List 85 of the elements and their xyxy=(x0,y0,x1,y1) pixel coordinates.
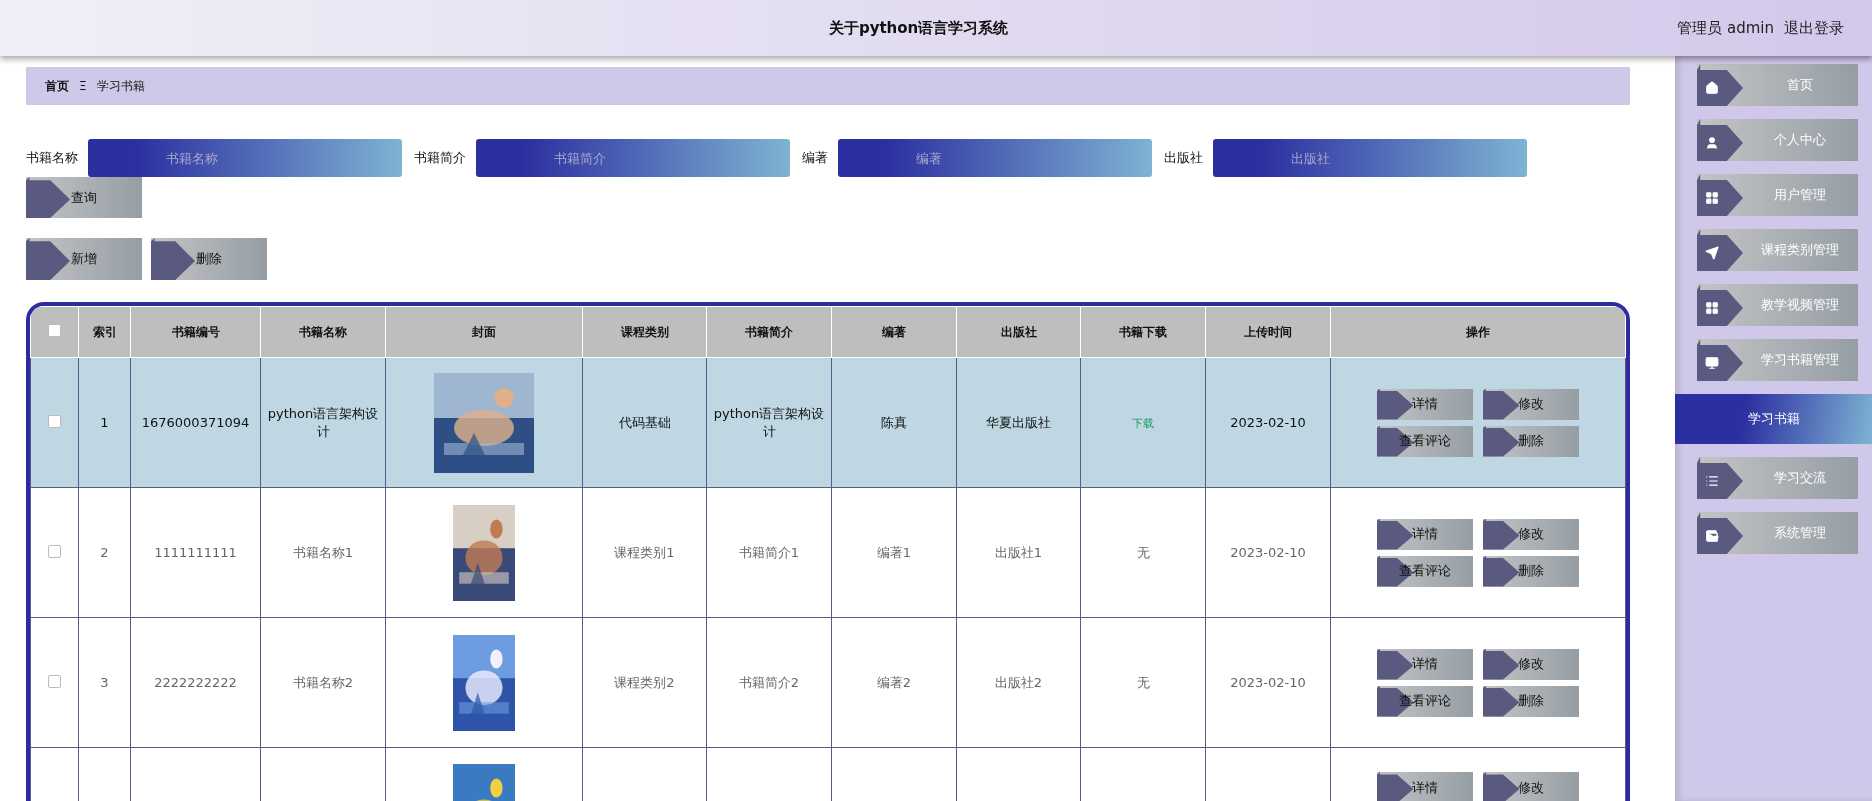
row-checkbox[interactable] xyxy=(48,544,61,558)
delete-button[interactable]: 删除 xyxy=(1483,425,1579,457)
row-checkbox[interactable] xyxy=(48,414,61,428)
search-field[interactable]: 编著 xyxy=(838,139,1152,177)
table-cell: 2 xyxy=(100,545,109,560)
table-cell: 课程类别1 xyxy=(614,544,675,560)
table-row[interactable]: 2 1111111111 书籍名称1 课程类别1 书籍简介1 编著1 出版社1 无 2023-02-10 详情 修改 查看评论 删除 xyxy=(30,487,1626,618)
table-cell: 出版社2 xyxy=(994,674,1043,690)
table-cell: 书籍简介2 xyxy=(738,674,800,690)
table-cell: 无 xyxy=(1136,544,1150,560)
search-field[interactable]: 出版社 xyxy=(1213,139,1527,177)
grid-icon xyxy=(1705,191,1719,205)
table-cell: 编著1 xyxy=(876,544,912,560)
column-header[interactable]: 封面 xyxy=(385,306,583,358)
query-button[interactable]: 查询 xyxy=(26,177,142,218)
edit-button[interactable]: 修改 xyxy=(1483,772,1579,801)
table-cell: 代码基础 xyxy=(618,414,671,430)
search-field[interactable]: 书籍简介 xyxy=(476,139,790,177)
row-checkbox[interactable] xyxy=(48,674,61,688)
table-cell: 1676000371094 xyxy=(141,415,250,430)
sidebar-item[interactable]: 学习书籍 xyxy=(1675,394,1872,444)
send-icon xyxy=(1705,246,1719,260)
app-title: 关于python语言学习系统 xyxy=(827,18,1010,38)
column-header[interactable]: 编著 xyxy=(831,306,957,358)
delete-button[interactable]: 删除 xyxy=(1483,555,1579,587)
wallet-icon xyxy=(1705,529,1719,543)
delete-button[interactable]: 删除 xyxy=(151,238,267,280)
column-header[interactable]: 书籍名称 xyxy=(260,306,386,358)
table-cell: python语言架构设计 xyxy=(713,405,825,439)
table-cell: 3 xyxy=(100,675,109,690)
table-cell: 课程类别2 xyxy=(614,674,675,690)
table-cell: 2023-02-10 xyxy=(1230,545,1306,560)
table-row[interactable]: 1 1676000371094 python语言架构设计 代码基础 python语言架构设计 陈真 华夏出版社 下载 2023-02-10 详情 修改 查看评论 删除 xyxy=(30,357,1626,488)
column-header[interactable]: 操作 xyxy=(1330,306,1626,358)
column-header[interactable]: 上传时间 xyxy=(1205,306,1331,358)
table-cell: 1 xyxy=(100,415,109,430)
column-header[interactable]: 课程类别 xyxy=(582,306,707,358)
add-button[interactable]: 新增 xyxy=(26,238,142,280)
table-row[interactable]: 3 2222222222 书籍名称2 课程类别2 书籍简介2 编著2 出版社2 无 2023-02-10 详情 修改 查看评论 删除 xyxy=(30,617,1626,748)
column-header[interactable]: 书籍编号 xyxy=(130,306,261,358)
user-label: 管理员 admin xyxy=(1677,18,1774,38)
table-cell: 华夏出版社 xyxy=(986,414,1051,430)
table-cell: 书籍简介1 xyxy=(738,544,800,560)
detail-button[interactable]: 详情 xyxy=(1377,772,1473,801)
monitor-icon xyxy=(1705,356,1719,370)
list-icon xyxy=(1705,474,1719,488)
breadcrumb-separator: Ξ xyxy=(79,79,87,93)
edit-button[interactable]: 修改 xyxy=(1483,648,1579,680)
search-field[interactable]: 书籍名称 xyxy=(88,139,402,177)
column-header[interactable]: 书籍下载 xyxy=(1080,306,1206,358)
field-label: 出版社 xyxy=(1164,149,1203,167)
table-cell: 出版社1 xyxy=(994,544,1043,560)
table-cell: 编著2 xyxy=(876,674,912,690)
user-icon xyxy=(1705,136,1719,150)
breadcrumb-current: 学习书籍 xyxy=(96,77,145,95)
table-cell: 2023-02-10 xyxy=(1230,415,1306,430)
field-label: 书籍简介 xyxy=(414,149,466,167)
table-cell: 1111111111 xyxy=(154,545,237,560)
column-header[interactable]: 出版社 xyxy=(956,306,1081,358)
table-cell: 书籍名称1 xyxy=(292,544,354,560)
edit-button[interactable]: 修改 xyxy=(1483,388,1579,420)
table-cell: 2023-02-10 xyxy=(1230,675,1306,690)
select-all-checkbox[interactable] xyxy=(48,324,61,337)
edit-button[interactable]: 修改 xyxy=(1483,518,1579,550)
comments-button[interactable]: 查看评论 xyxy=(1377,555,1473,587)
column-header[interactable]: 书籍简介 xyxy=(706,306,832,358)
table-row[interactable]: 详情 修改 xyxy=(30,747,1626,801)
table-cell: 陈真 xyxy=(881,414,907,430)
field-label: 书籍名称 xyxy=(26,149,78,167)
detail-button[interactable]: 详情 xyxy=(1377,648,1473,680)
table-cell: 2222222222 xyxy=(154,675,237,690)
detail-button[interactable]: 详情 xyxy=(1377,388,1473,420)
delete-button[interactable]: 删除 xyxy=(1483,685,1579,717)
home-icon xyxy=(1705,81,1719,95)
comments-button[interactable]: 查看评论 xyxy=(1377,685,1473,717)
table-cell: python语言架构设计 xyxy=(267,405,379,439)
column-header[interactable]: 索引 xyxy=(78,306,131,358)
table-cell: 书籍名称2 xyxy=(292,674,354,690)
grid-icon xyxy=(1705,301,1719,315)
field-label: 编著 xyxy=(802,149,828,167)
logout-link[interactable]: 退出登录 xyxy=(1784,18,1844,38)
table-cell: 无 xyxy=(1136,674,1150,690)
breadcrumb-home[interactable]: 首页 xyxy=(45,77,69,95)
comments-button[interactable]: 查看评论 xyxy=(1377,425,1473,457)
detail-button[interactable]: 详情 xyxy=(1377,518,1473,550)
